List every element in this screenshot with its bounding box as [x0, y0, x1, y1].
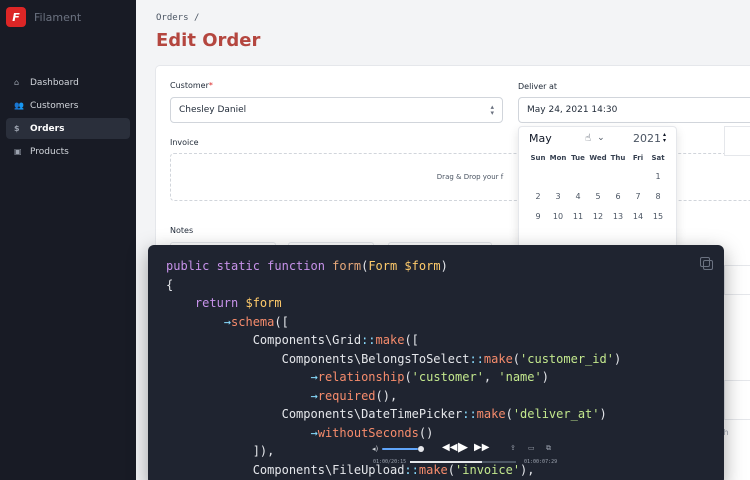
weekday-header: Fri [632, 154, 644, 162]
weekday-header: Sun [530, 154, 546, 162]
calendar-day[interactable]: 14 [628, 207, 648, 227]
code-line: Components\BelongsToSelect::make('custom… [166, 351, 622, 366]
volume-icon[interactable]: ◂) [372, 445, 378, 453]
users-icon: 👥 [14, 101, 24, 110]
side-panel-edge [724, 126, 750, 156]
calendar-day[interactable]: 12 [588, 207, 608, 227]
sidebar-item-products[interactable]: ▣ Products [6, 141, 130, 162]
calendar-day[interactable]: 7 [628, 187, 648, 207]
rewind-icon[interactable]: ◀◀ [442, 442, 457, 453]
box-icon: ▣ [14, 147, 22, 156]
calendar-empty-cell [548, 167, 568, 187]
calendar-grid: Sun Mon Tue Wed Thu Fri Sat 1 2 3 4 5 6 7 8 9 10 11 12 13 14… [519, 149, 676, 227]
calendar-empty-cell [528, 167, 548, 187]
calendar-day[interactable]: 15 [648, 207, 668, 227]
play-icon[interactable]: ▶ [458, 440, 468, 455]
year-input[interactable]: 2021 [633, 132, 661, 145]
share-icon[interactable]: ⇪ [510, 444, 516, 452]
deliver-at-label: Deliver at [518, 82, 558, 91]
currency-icon: $ [14, 124, 20, 133]
weekday-header: Thu [610, 154, 626, 162]
breadcrumb-separator: / [193, 13, 200, 23]
sidebar-item-dashboard[interactable]: ⌂ Dashboard [6, 72, 130, 93]
filament-logo-icon: F [6, 7, 26, 27]
code-line: { [166, 277, 174, 292]
brand[interactable]: F Filament [0, 0, 136, 34]
seek-progress [410, 461, 483, 463]
volume-knob[interactable] [418, 446, 424, 452]
customer-label: Customer* [170, 81, 213, 90]
year-stepper-icon[interactable]: ▴ ▾ [663, 132, 666, 144]
customer-label-text: Customer [170, 81, 209, 90]
calendar-header: May ☝ ⌄ 2021 ▴ ▾ [519, 127, 676, 149]
total-time: 01:00:07:29 [524, 459, 558, 465]
calendar-day[interactable]: 1 [648, 167, 668, 187]
calendar-empty-cell [628, 167, 648, 187]
calendar-day[interactable]: 4 [568, 187, 588, 207]
code-line: →required(), [310, 388, 398, 403]
sidebar-item-label: Customers [30, 100, 79, 111]
sidebar-item-label: Orders [30, 123, 65, 134]
weekday-header: Tue [571, 154, 585, 162]
required-mark: * [208, 81, 213, 90]
sidebar-nav: ⌂ Dashboard 👥 Customers $ Orders ▣ Produ… [0, 72, 136, 162]
pip-icon[interactable]: ⧉ [546, 444, 551, 453]
weekday-header: Wed [589, 154, 607, 162]
customer-select-value: Chesley Daniel [179, 105, 247, 115]
calendar-day[interactable]: 13 [608, 207, 628, 227]
code-line: →relationship('customer', 'name') [310, 370, 549, 384]
code-line: Components\DateTimePicker::make('deliver… [166, 407, 607, 421]
notes-label: Notes [170, 226, 194, 235]
seek-bar[interactable] [410, 461, 516, 463]
side-panel-edge [724, 380, 750, 420]
calendar-day[interactable]: 6 [608, 187, 628, 207]
video-player-controls: ◂) ◀◀ ▶ ▶▶ ⇪ ▭ ⧉ 01:00/20:15 01:00:07:29 [370, 440, 558, 470]
screen-icon[interactable]: ▭ [528, 444, 535, 452]
chevron-down-icon[interactable]: ⌄ [597, 133, 605, 143]
calendar-empty-cell [568, 167, 588, 187]
breadcrumb: Orders / [156, 13, 199, 23]
customer-select[interactable]: Chesley Daniel ▴ ▾ [170, 97, 503, 123]
deliver-at-value: May 24, 2021 14:30 [527, 105, 618, 115]
sidebar-item-label: Products [30, 146, 69, 157]
sidebar-item-orders[interactable]: $ Orders [6, 118, 130, 139]
calendar-empty-cell [608, 167, 628, 187]
code-line: Components\Grid::make([ [166, 333, 419, 347]
page-title: Edit Order [156, 30, 261, 51]
code-line: return $form [194, 296, 282, 310]
calendar-day[interactable]: 5 [588, 187, 608, 207]
select-arrows-icon: ▴ ▾ [490, 103, 494, 117]
elapsed-time: 01:00/20:15 [373, 459, 407, 465]
fast-forward-icon[interactable]: ▶▶ [474, 442, 489, 453]
breadcrumb-orders[interactable]: Orders [156, 13, 189, 23]
weekday-header: Sat [651, 154, 665, 162]
calendar-day[interactable]: 3 [548, 187, 568, 207]
calendar-day[interactable]: 8 [648, 187, 668, 207]
calendar-day[interactable]: 10 [548, 207, 568, 227]
date-picker-popover: May ☝ ⌄ 2021 ▴ ▾ Sun Mon Tue Wed Thu Fri Sat 1 2 3… [518, 126, 677, 250]
calendar-empty-cell [588, 167, 608, 187]
side-panel-edge [724, 265, 750, 295]
weekday-header: Mon [549, 154, 567, 162]
sidebar: F Filament ⌂ Dashboard 👥 Customers $ Ord… [0, 0, 136, 480]
volume-slider[interactable] [382, 448, 418, 450]
dropzone-text: Drag & Drop your f [436, 173, 504, 181]
home-icon: ⌂ [14, 78, 20, 87]
calendar-day[interactable]: 9 [528, 207, 548, 227]
code-line: →schema([ [223, 314, 289, 329]
sidebar-item-customers[interactable]: 👥 Customers [6, 95, 130, 116]
copy-icon[interactable] [700, 257, 713, 270]
brand-name: Filament [34, 10, 82, 24]
month-select[interactable]: May [529, 132, 579, 145]
calendar-day[interactable]: 11 [568, 207, 588, 227]
hand-cursor-icon: ☝ [585, 132, 592, 144]
sidebar-item-label: Dashboard [30, 77, 79, 88]
calendar-day[interactable]: 2 [528, 187, 548, 207]
deliver-at-picker[interactable]: May 24, 2021 14:30 [518, 97, 750, 123]
code-line: public static function form(Form $form) [166, 259, 448, 273]
invoice-label: Invoice [170, 138, 199, 147]
